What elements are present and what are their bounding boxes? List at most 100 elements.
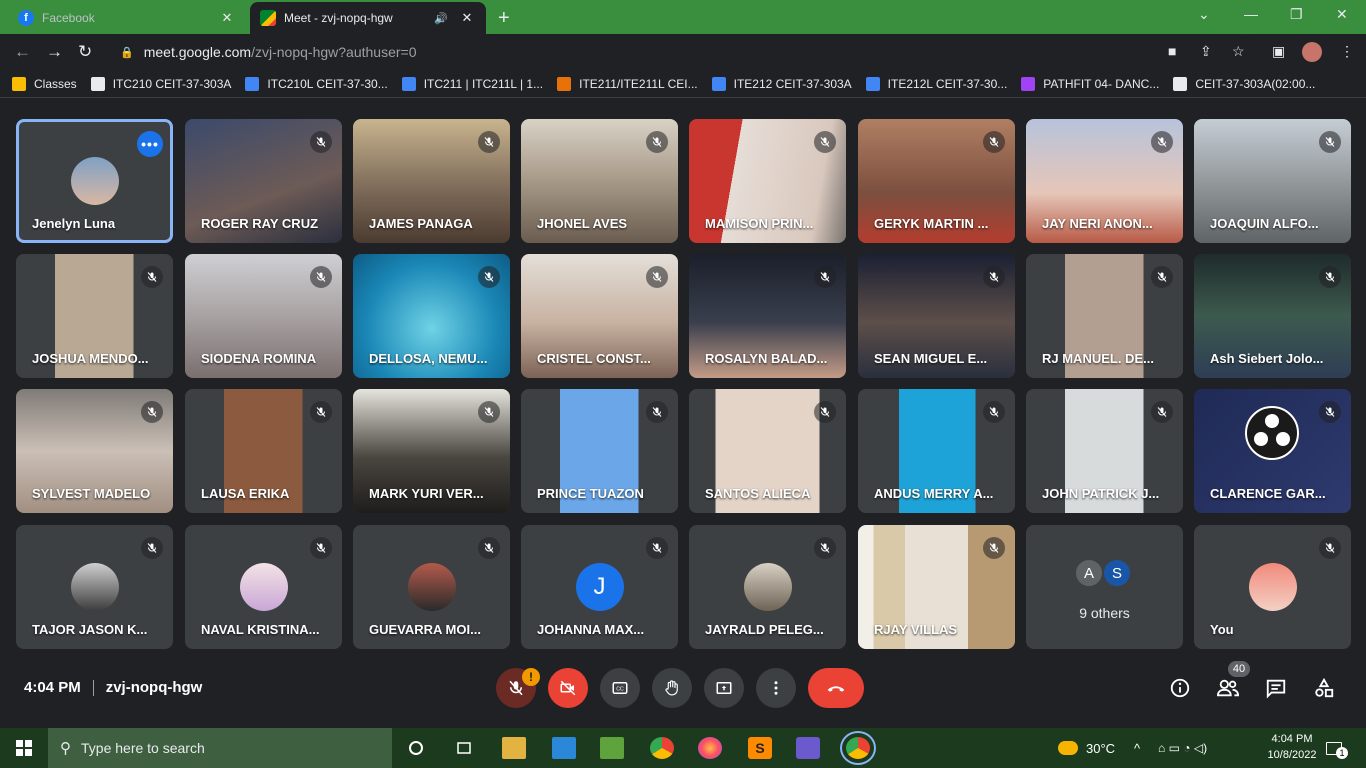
participant-tile[interactable]: MAMISON PRIN...	[689, 119, 846, 243]
avatar	[239, 563, 288, 611]
classroom-icon	[12, 76, 26, 91]
bookmark-item[interactable]: ITC210L CEIT-37-30...	[245, 76, 388, 91]
participant-tile[interactable]: JOHN PATRICK J...	[1026, 389, 1183, 513]
avatar	[407, 563, 456, 611]
more-options-button[interactable]	[756, 668, 796, 708]
participant-tile[interactable]: RJAY VILLAS	[858, 525, 1015, 649]
file-explorer-icon[interactable]	[502, 737, 526, 759]
participant-tile[interactable]: PRINCE TUAZON	[521, 389, 678, 513]
bookmark-item[interactable]: ITE211/ITE211L CEI...	[557, 76, 698, 91]
participant-tile[interactable]: GUEVARRA MOI...	[353, 525, 510, 649]
activities-button[interactable]	[1312, 676, 1336, 700]
forward-arrow-icon[interactable]: →	[46, 42, 63, 62]
bookmark-item[interactable]: CEIT-37-303A(02:00...	[1173, 76, 1315, 91]
bookmark-star-icon[interactable]: ☆	[1232, 43, 1245, 60]
raise-hand-button[interactable]	[652, 668, 692, 708]
participant-tile[interactable]: JAY NERI ANON...	[1026, 119, 1183, 243]
restore-button[interactable]: ❐	[1290, 6, 1303, 23]
menu-kebab-icon[interactable]: ⋮	[1340, 43, 1354, 60]
firefox-icon[interactable]	[698, 737, 722, 759]
lock-icon[interactable]: 🔒	[120, 46, 134, 59]
bookmarks-bar: Classes ITC210 CEIT-37-303A ITC210L CEIT…	[0, 70, 1366, 98]
participant-tile[interactable]: Ash Siebert Jolo...	[1194, 254, 1351, 378]
participant-tile[interactable]: You	[1194, 525, 1351, 649]
people-icon	[1216, 679, 1240, 697]
participant-tile[interactable]: JAYRALD PELEG...	[689, 525, 846, 649]
address-bar[interactable]: 🔒 meet.google.com/zvj-nopq-hgw?authuser=…	[108, 38, 1258, 66]
participant-tile[interactable]: ANDUS MERRY A...	[858, 389, 1015, 513]
tab-search-icon[interactable]: ⌄	[1198, 6, 1210, 23]
people-button[interactable]	[1216, 676, 1240, 700]
minimize-button[interactable]: —	[1244, 6, 1258, 22]
chrome-active-icon[interactable]	[840, 731, 876, 765]
speaker-icon[interactable]: 🔊	[434, 12, 448, 25]
profile-avatar[interactable]	[1302, 42, 1322, 62]
participant-tile[interactable]: GERYK MARTIN ...	[858, 119, 1015, 243]
participant-tile[interactable]: ROSALYN BALAD...	[689, 254, 846, 378]
participant-tile[interactable]: CLARENCE GAR...	[1194, 389, 1351, 513]
mail-icon[interactable]	[552, 737, 576, 759]
participant-tile[interactable]: ••• Jenelyn Luna	[16, 119, 173, 243]
network-battery-icons[interactable]: ⌂ ▭ ◔ ◁)	[1158, 728, 1207, 768]
start-button[interactable]	[0, 728, 48, 768]
tab-facebook[interactable]: f Facebook ✕	[8, 2, 246, 34]
taskbar-clock[interactable]: 4:04 PM 10/8/2022	[1262, 731, 1322, 763]
chrome-icon[interactable]	[650, 737, 674, 759]
participant-tile[interactable]: JAMES PANAGA	[353, 119, 510, 243]
close-tab-icon[interactable]: ✕	[458, 10, 476, 26]
muted-mic-icon	[646, 131, 668, 153]
participant-tile[interactable]: TAJOR JASON K...	[16, 525, 173, 649]
present-button[interactable]	[704, 668, 744, 708]
bookmark-classes[interactable]: Classes	[12, 76, 77, 91]
tile-options-icon[interactable]: •••	[137, 131, 163, 157]
close-window-button[interactable]: ✕	[1336, 6, 1348, 23]
participant-tile[interactable]: MARK YURI VER...	[353, 389, 510, 513]
participant-tile[interactable]: JOSHUA MENDO...	[16, 254, 173, 378]
participant-tile[interactable]: SEAN MIGUEL E...	[858, 254, 1015, 378]
bookmark-label: ITE212 CEIT-37-303A	[733, 76, 852, 91]
participant-tile[interactable]: NAVAL KRISTINA...	[185, 525, 342, 649]
meeting-details-button[interactable]	[1168, 676, 1192, 700]
others-tile[interactable]: AS 9 others	[1026, 525, 1183, 649]
bookmark-item[interactable]: ITC210 CEIT-37-303A	[90, 76, 231, 91]
participant-tile[interactable]: LAUSA ERIKA	[185, 389, 342, 513]
participant-tile[interactable]: J JOHANNA MAX...	[521, 525, 678, 649]
sublime-text-icon[interactable]: S	[748, 737, 772, 759]
participant-tile[interactable]: SANTOS ALIECA	[689, 389, 846, 513]
bookmark-item[interactable]: ITC211 | ITC211L | 1...	[401, 76, 543, 91]
windows-logo-icon	[16, 740, 32, 756]
reload-icon[interactable]: ↻	[78, 42, 92, 62]
participant-tile[interactable]: JHONEL AVES	[521, 119, 678, 243]
captions-button[interactable]: CC	[600, 668, 640, 708]
participant-tile[interactable]: CRISTEL CONST...	[521, 254, 678, 378]
participant-tile[interactable]: JOAQUIN ALFO...	[1194, 119, 1351, 243]
leave-call-button[interactable]	[808, 668, 864, 708]
side-panel-icon[interactable]: ▣	[1272, 43, 1285, 60]
cortana-icon[interactable]	[404, 737, 428, 759]
spreadsheet-app-icon[interactable]	[600, 737, 624, 759]
close-tab-icon[interactable]: ✕	[218, 10, 236, 26]
back-arrow-icon[interactable]: ←	[14, 42, 31, 62]
bookmark-item[interactable]: PATHFIT 04- DANC...	[1021, 76, 1159, 91]
muted-mic-icon	[310, 401, 332, 423]
taskbar-search-box[interactable]: ⚲ Type here to search	[48, 728, 392, 768]
weather-widget[interactable]: 30°C	[1058, 728, 1115, 768]
share-icon[interactable]: ⇪	[1200, 43, 1212, 60]
camera-button[interactable]	[548, 668, 588, 708]
bookmark-item[interactable]: ITE212L CEIT-37-30...	[865, 76, 1007, 91]
bookmark-item[interactable]: ITE212 CEIT-37-303A	[711, 76, 852, 91]
show-hidden-icons[interactable]: ^	[1134, 728, 1140, 768]
game-app-icon[interactable]	[796, 737, 820, 759]
participant-tile[interactable]: DELLOSA, NEMU...	[353, 254, 510, 378]
chat-button[interactable]	[1264, 676, 1288, 700]
svg-text:CC: CC	[616, 686, 624, 692]
participant-tile[interactable]: RJ MANUEL. DE...	[1026, 254, 1183, 378]
tab-meet[interactable]: Meet - zvj-nopq-hgw 🔊 ✕	[250, 2, 486, 34]
participant-tile[interactable]: ROGER RAY CRUZ	[185, 119, 342, 243]
notification-center-button[interactable]: 1	[1326, 728, 1348, 768]
participant-tile[interactable]: SYLVEST MADELO	[16, 389, 173, 513]
participant-tile[interactable]: SIODENA ROMINA	[185, 254, 342, 378]
camera-icon[interactable]: ■	[1168, 43, 1176, 59]
task-view-icon[interactable]	[452, 737, 476, 759]
new-tab-button[interactable]: +	[498, 7, 510, 30]
